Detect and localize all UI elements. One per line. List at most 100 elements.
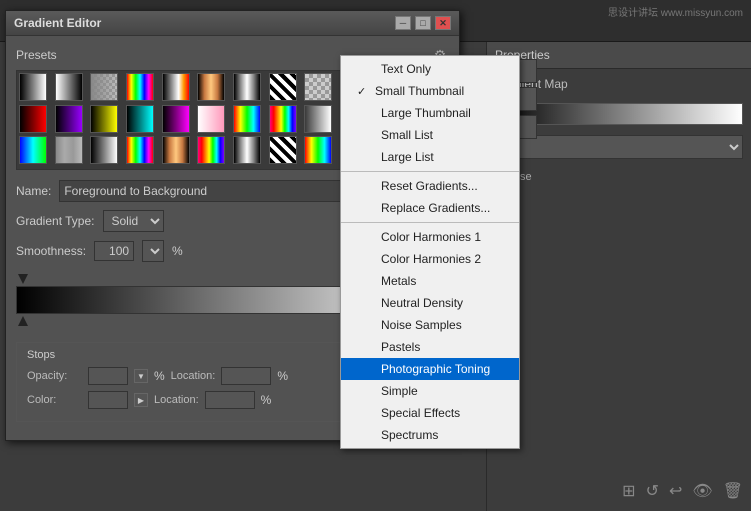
ns-label: Noise Samples xyxy=(381,318,462,332)
panel-icon-2[interactable]: ↺ xyxy=(646,481,659,501)
minimize-button[interactable]: ─ xyxy=(395,16,411,30)
panel-icon-eye[interactable]: 👁 xyxy=(692,481,712,501)
gradient-stop-top[interactable] xyxy=(18,274,28,284)
dialog-title-bar: Gradient Editor ─ □ ✕ xyxy=(6,11,459,36)
swatch-yellow[interactable] xyxy=(90,105,118,133)
panel-icon-trash[interactable]: 🗑 xyxy=(723,481,743,501)
gradient-stop-bottom[interactable] xyxy=(18,316,28,326)
opacity-arrow[interactable]: ▼ xyxy=(134,369,148,383)
swatch-multi3[interactable] xyxy=(126,136,154,164)
reset-label: Reset Gradients... xyxy=(381,179,478,193)
menu-item-simple[interactable]: Simple xyxy=(341,380,519,402)
maximize-button[interactable]: □ xyxy=(415,16,431,30)
opacity-location-label: Location: xyxy=(171,370,216,382)
close-button[interactable]: ✕ xyxy=(435,16,451,30)
smoothness-pct: % xyxy=(172,244,183,258)
swatch-trans2[interactable] xyxy=(304,105,332,133)
swatch-rainbow2[interactable] xyxy=(304,136,332,164)
menu-item-metals[interactable]: Metals xyxy=(341,270,519,292)
color-label: Color: xyxy=(27,394,82,406)
swatch-bw[interactable] xyxy=(19,73,47,101)
text-only-label: Text Only xyxy=(381,62,431,76)
swatch-rainbow[interactable] xyxy=(233,105,261,133)
menu-item-replace[interactable]: Replace Gradients... xyxy=(341,197,519,219)
swatch-neutral[interactable] xyxy=(55,136,83,164)
gradient-type-label: Gradient Type: xyxy=(16,214,95,228)
menu-item-noise-samples[interactable]: Noise Samples xyxy=(341,314,519,336)
opacity-pct: % xyxy=(154,369,165,383)
small-list-label: Small List xyxy=(381,128,433,142)
swatch-copper[interactable] xyxy=(197,73,225,101)
replace-label: Replace Gradients... xyxy=(381,201,490,215)
swatch-checker[interactable] xyxy=(304,73,332,101)
swatch-multi2[interactable] xyxy=(162,73,190,101)
swatch-trans[interactable] xyxy=(90,73,118,101)
menu-item-color-harmonies-1[interactable]: Color Harmonies 1 xyxy=(341,226,519,248)
menu-item-reset[interactable]: Reset Gradients... xyxy=(341,175,519,197)
swatch-spectrum[interactable] xyxy=(269,105,297,133)
color-location-pct: % xyxy=(261,393,272,407)
menu-item-special-effects[interactable]: Special Effects xyxy=(341,402,519,424)
menu-item-large-thumbnail[interactable]: Large Thumbnail xyxy=(341,102,519,124)
color-location-label: Location: xyxy=(154,394,199,406)
pastels-label: Pastels xyxy=(381,340,420,354)
color-arrow[interactable]: ▶ xyxy=(134,393,148,407)
menu-separator-1 xyxy=(341,171,519,172)
panel-icon-3[interactable]: ↩ xyxy=(669,481,682,501)
spectrums-label: Spectrums xyxy=(381,428,438,442)
color-box[interactable] xyxy=(88,391,128,409)
opacity-label: Opacity: xyxy=(27,370,82,382)
menu-item-spectrums[interactable]: Spectrums xyxy=(341,424,519,446)
menu-item-photographic-toning[interactable]: Photographic Toning xyxy=(341,358,519,380)
context-menu: Text Only Small Thumbnail Large Thumbnai… xyxy=(340,55,520,449)
swatch-multi1[interactable] xyxy=(126,73,154,101)
panel-options: reverse xyxy=(487,165,751,189)
swatch-pink[interactable] xyxy=(197,105,225,133)
swatch-cool[interactable] xyxy=(19,136,47,164)
gradient-type-select[interactable]: Solid Noise xyxy=(103,210,164,232)
pt-label: Photographic Toning xyxy=(381,362,490,376)
smoothness-input[interactable] xyxy=(94,241,134,261)
metals-label: Metals xyxy=(381,274,416,288)
opacity-location-pct: % xyxy=(277,369,288,383)
swatch-spectrum2[interactable] xyxy=(197,136,225,164)
logo: 思设计讲坛 www.missyun.com xyxy=(608,4,743,19)
ch2-label: Color Harmonies 2 xyxy=(381,252,481,266)
se-label: Special Effects xyxy=(381,406,460,420)
smoothness-dropdown[interactable]: ▼ xyxy=(142,240,164,262)
name-label: Name: xyxy=(16,184,51,198)
ch1-label: Color Harmonies 1 xyxy=(381,230,481,244)
swatch-wb[interactable] xyxy=(55,73,83,101)
simple-label: Simple xyxy=(381,384,418,398)
swatch-stripe[interactable] xyxy=(269,73,297,101)
menu-item-neutral-density[interactable]: Neutral Density xyxy=(341,292,519,314)
large-list-label: Large List xyxy=(381,150,434,164)
swatch-steel[interactable] xyxy=(233,73,261,101)
swatch-steel2[interactable] xyxy=(233,136,261,164)
menu-item-pastels[interactable]: Pastels xyxy=(341,336,519,358)
menu-item-small-thumbnail[interactable]: Small Thumbnail xyxy=(341,80,519,102)
swatch-magenta[interactable] xyxy=(162,105,190,133)
small-thumbnail-label: Small Thumbnail xyxy=(375,84,464,98)
dialog-title: Gradient Editor xyxy=(14,16,101,30)
presets-label: Presets xyxy=(16,48,57,62)
swatch-violet[interactable] xyxy=(55,105,83,133)
color-location-box xyxy=(205,391,255,409)
menu-item-large-list[interactable]: Large List xyxy=(341,146,519,168)
panel-bottom-icons: ⊞ ↺ ↩ 👁 🗑 xyxy=(486,481,751,501)
menu-separator-2 xyxy=(341,222,519,223)
swatch-copper2[interactable] xyxy=(162,136,190,164)
menu-item-color-harmonies-2[interactable]: Color Harmonies 2 xyxy=(341,248,519,270)
nd-label: Neutral Density xyxy=(381,296,463,310)
smoothness-label: Smoothness: xyxy=(16,244,86,258)
swatch-cyan[interactable] xyxy=(126,105,154,133)
menu-item-small-list[interactable]: Small List xyxy=(341,124,519,146)
swatch-stripe2[interactable] xyxy=(269,136,297,164)
panel-icon-1[interactable]: ⊞ xyxy=(622,481,635,501)
swatch-red[interactable] xyxy=(19,105,47,133)
menu-item-text-only[interactable]: Text Only xyxy=(341,58,519,80)
swatch-bw2[interactable] xyxy=(90,136,118,164)
title-bar-buttons: ─ □ ✕ xyxy=(395,16,451,30)
opacity-box xyxy=(88,367,128,385)
large-thumbnail-label: Large Thumbnail xyxy=(381,106,471,120)
